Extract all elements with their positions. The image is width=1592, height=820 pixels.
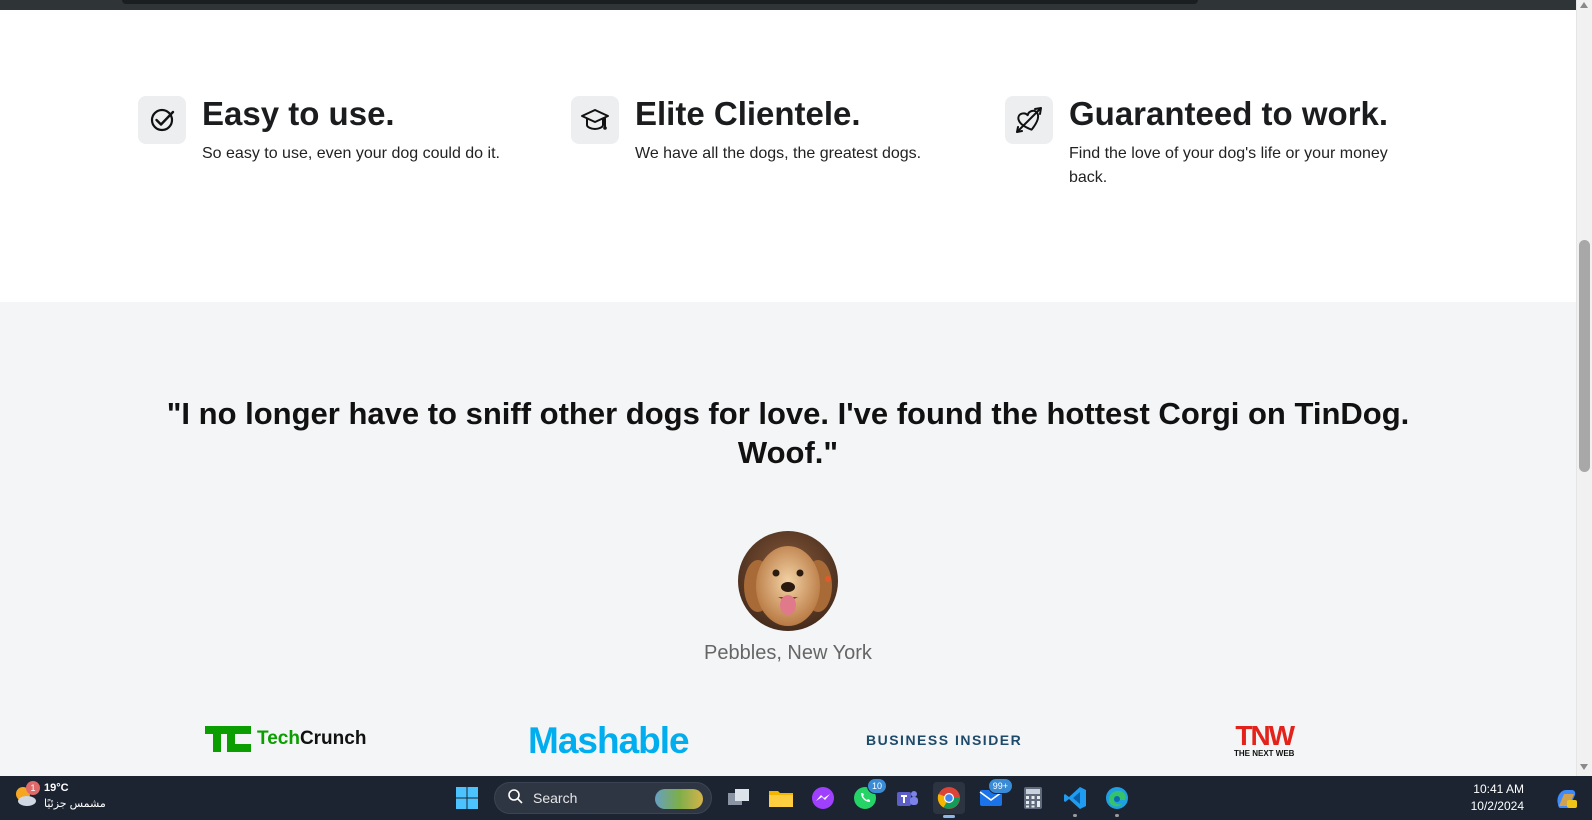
heart-arrow-icon bbox=[1005, 96, 1053, 144]
features-section: Easy to use. So easy to use, even your d… bbox=[0, 10, 1576, 302]
tnw-logo-mark: TNW bbox=[1235, 720, 1295, 751]
graduation-cap-icon bbox=[571, 96, 619, 144]
search-label: Search bbox=[533, 790, 578, 806]
feature-guaranteed: Guaranteed to work. Find the love of you… bbox=[1005, 95, 1409, 190]
edge-icon[interactable] bbox=[1101, 782, 1133, 817]
running-indicator bbox=[1073, 814, 1077, 817]
feature-text: Find the love of your dog's life or your… bbox=[1069, 145, 1388, 186]
weather-desc: مشمس جزئيًا bbox=[44, 798, 106, 810]
techcrunch-word-b: Crunch bbox=[299, 728, 367, 749]
feature-text: We have all the dogs, the greatest dogs. bbox=[635, 145, 922, 162]
clock-date: 10/2/2024 bbox=[1470, 799, 1524, 813]
copilot-icon[interactable] bbox=[1554, 786, 1578, 810]
chrome-icon[interactable] bbox=[933, 782, 965, 818]
mashable-logo: Mashable bbox=[528, 720, 690, 761]
scroll-up-arrow-icon[interactable] bbox=[1580, 2, 1588, 8]
browser-top-strip bbox=[0, 0, 1576, 10]
feature-text: So easy to use, even your dog could do i… bbox=[202, 145, 500, 162]
testimonial-quote: "I no longer have to sniff other dogs fo… bbox=[166, 396, 1410, 470]
mail-badge: 99+ bbox=[987, 778, 1013, 794]
feature-title: Easy to use. bbox=[202, 95, 395, 132]
techcrunch-word-a: Tech bbox=[257, 728, 300, 749]
techcrunch-logo: TechCrunch bbox=[205, 726, 366, 752]
weather-badge: 1 bbox=[26, 781, 40, 795]
calculator-icon[interactable] bbox=[1017, 782, 1049, 814]
testimonial-section: "I no longer have to sniff other dogs fo… bbox=[0, 302, 1576, 776]
running-indicator bbox=[1115, 814, 1119, 817]
tnw-logo-text: THE NEXT WEB bbox=[1234, 749, 1295, 758]
weather-sun-cloud-icon: 1 bbox=[12, 781, 40, 809]
header-edge bbox=[122, 0, 1198, 4]
scrollbar-thumb[interactable] bbox=[1579, 240, 1590, 472]
mail-icon[interactable]: 99+ bbox=[975, 778, 1013, 814]
messenger-icon[interactable] bbox=[807, 782, 839, 814]
windows-start-icon[interactable] bbox=[451, 782, 483, 814]
business-insider-logo: BUSINESS INSIDER bbox=[866, 732, 1023, 748]
testimonial-author: Pebbles, New York bbox=[704, 642, 872, 664]
weather-widget[interactable]: 1 19°C مشمس جزئيًا bbox=[12, 780, 106, 812]
check-circle-icon bbox=[138, 96, 186, 144]
scroll-down-arrow-icon[interactable] bbox=[1580, 764, 1588, 770]
dog-avatar bbox=[738, 531, 838, 631]
vscode-icon[interactable] bbox=[1059, 782, 1091, 817]
whatsapp-badge: 10 bbox=[866, 778, 887, 794]
feature-title: Guaranteed to work. bbox=[1069, 95, 1389, 132]
page-scrollbar[interactable] bbox=[1576, 0, 1592, 776]
whatsapp-icon[interactable]: 10 bbox=[849, 778, 887, 814]
search-icon bbox=[507, 788, 523, 809]
search-highlight-image bbox=[655, 789, 703, 809]
taskbar-search[interactable]: Search bbox=[494, 782, 712, 814]
file-explorer-icon[interactable] bbox=[765, 782, 797, 814]
feature-easy-to-use: Easy to use. So easy to use, even your d… bbox=[138, 95, 542, 166]
weather-temp: 19°C bbox=[44, 782, 69, 794]
tnw-logo: TNW THE NEXT WEB bbox=[1234, 720, 1295, 758]
windows-taskbar: 1 19°C مشمس جزئيًا Search 10 99+ 10:41 A… bbox=[0, 776, 1592, 820]
system-clock[interactable]: 10:41 AM 10/2/2024 bbox=[1471, 781, 1524, 815]
clock-time: 10:41 AM bbox=[1473, 782, 1524, 796]
feature-title: Elite Clientele. bbox=[635, 95, 861, 132]
teams-icon[interactable] bbox=[891, 782, 923, 814]
active-indicator bbox=[943, 815, 955, 818]
feature-elite-clientele: Elite Clientele. We have all the dogs, t… bbox=[571, 95, 975, 166]
taskbar-apps: Search 10 99+ bbox=[446, 778, 1138, 818]
task-view-icon[interactable] bbox=[723, 782, 755, 814]
